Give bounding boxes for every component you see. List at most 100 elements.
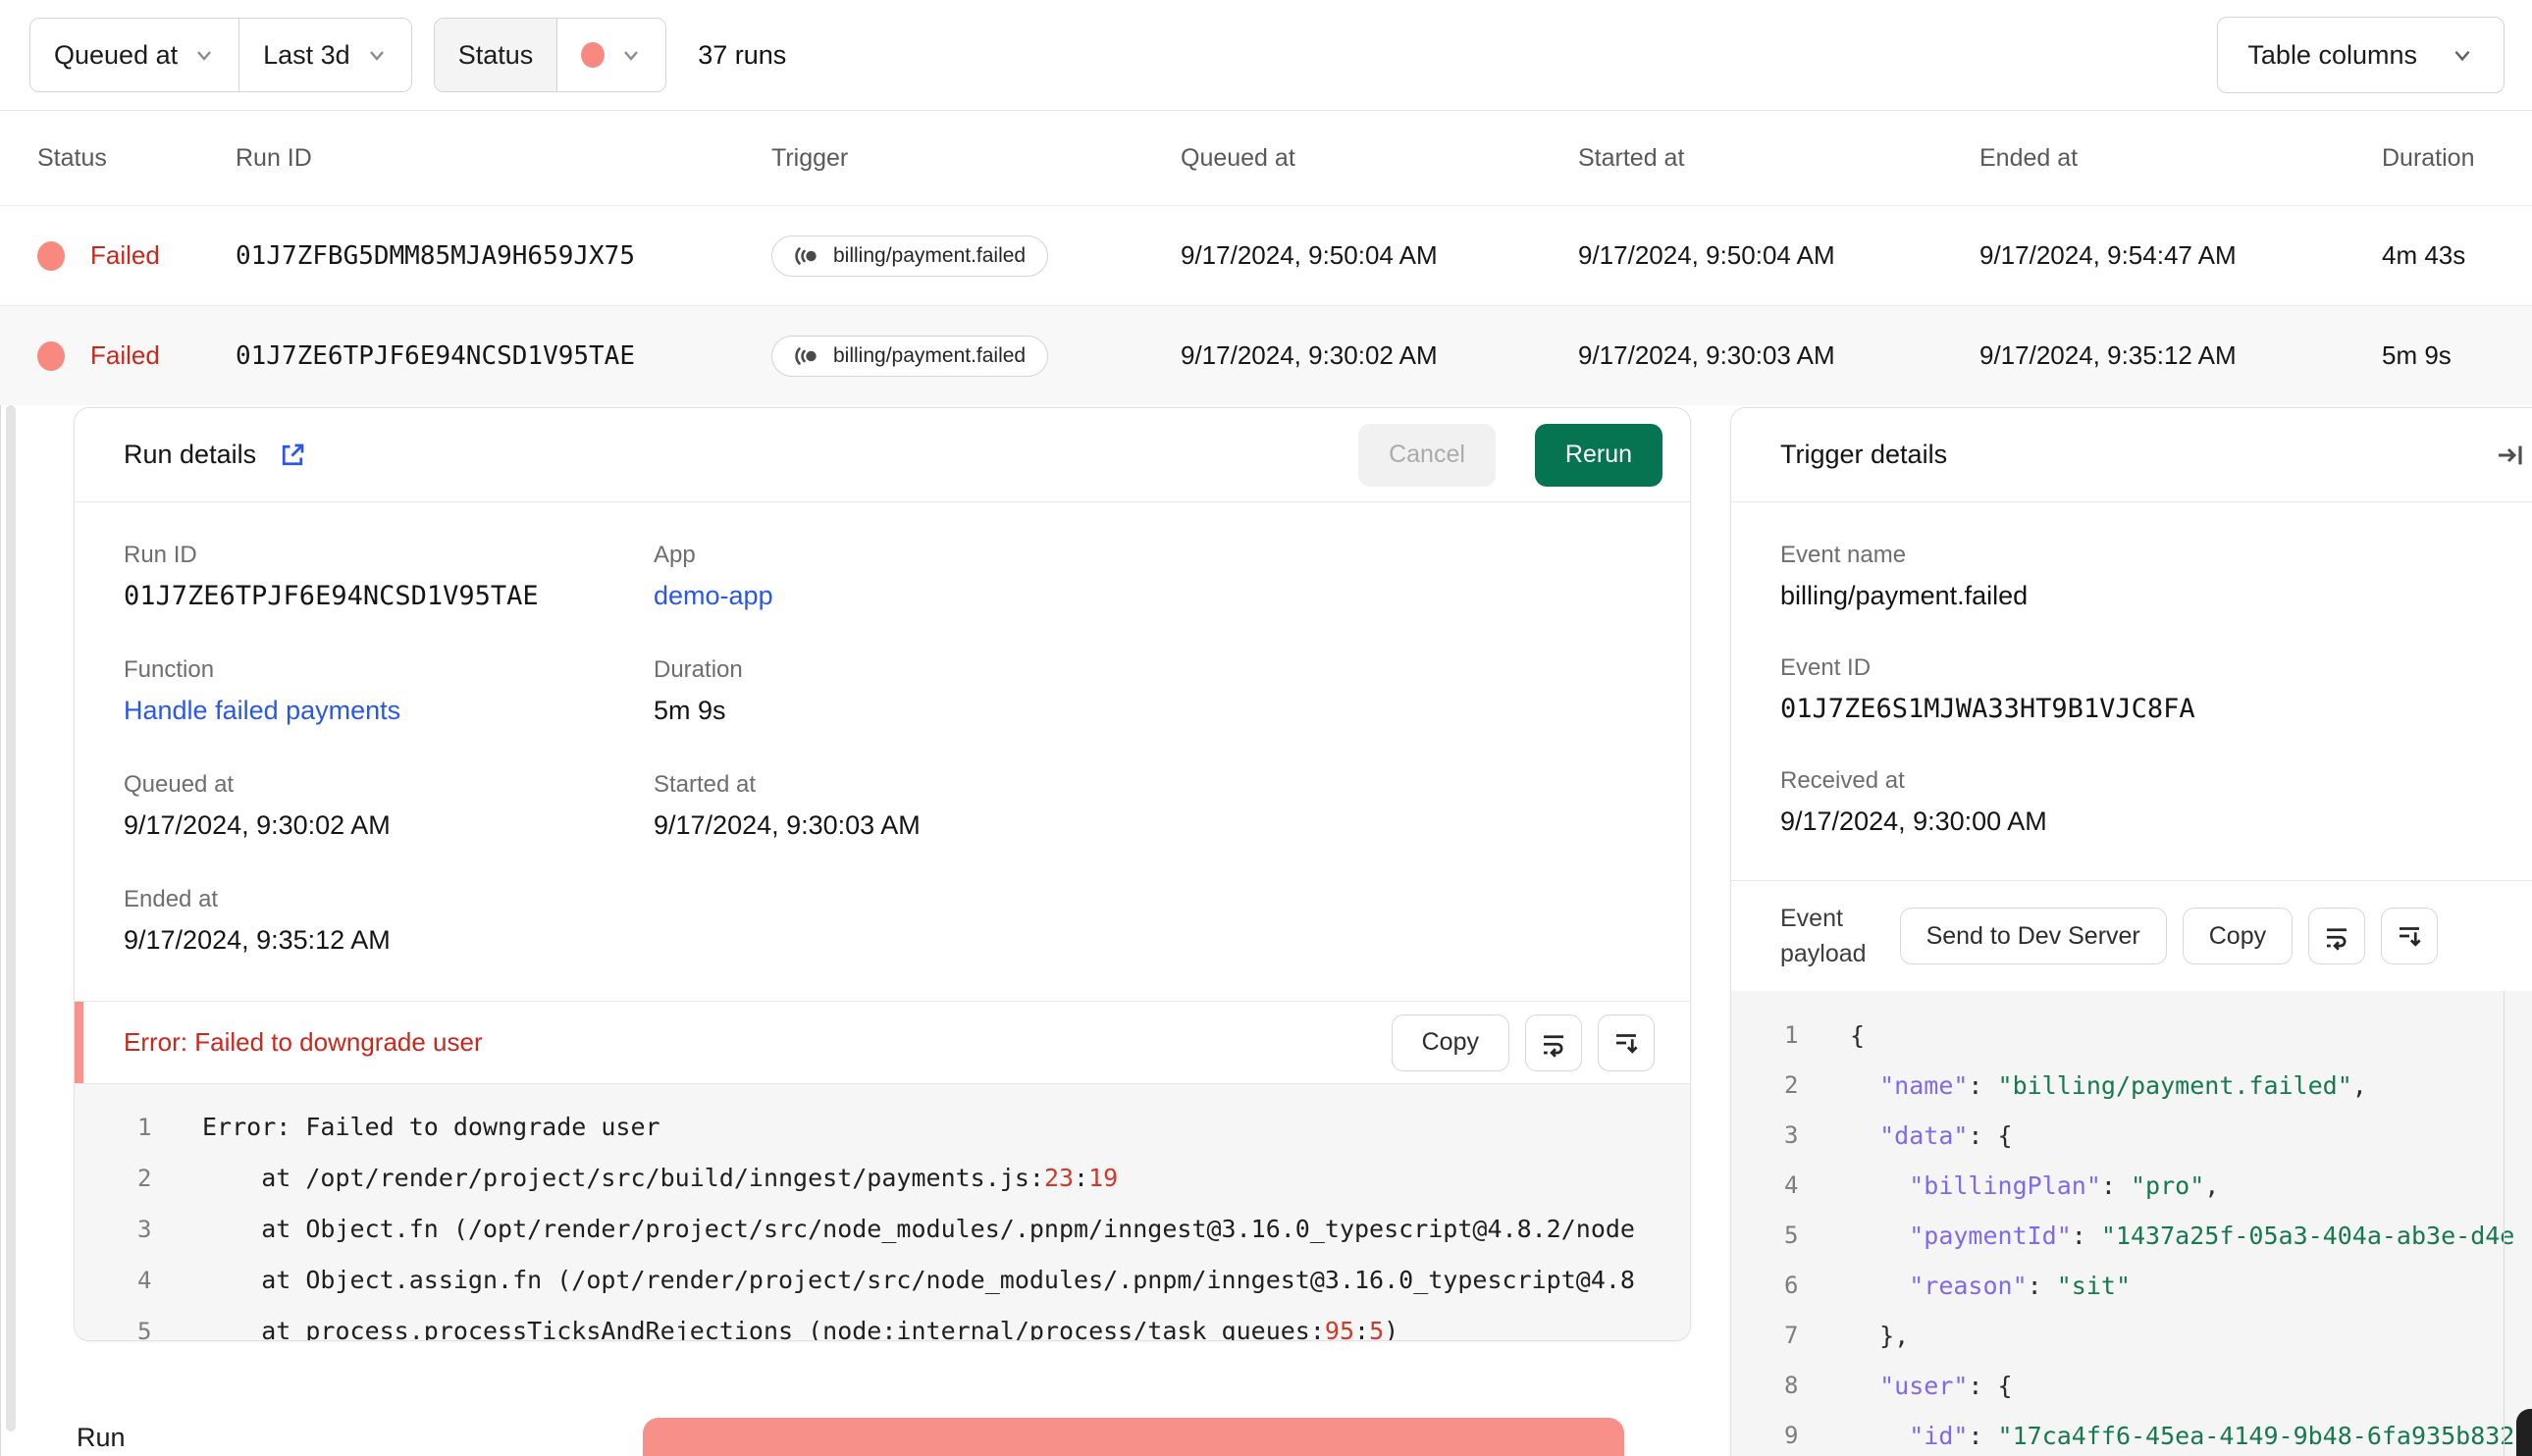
run-id-field: Run ID 01J7ZE6TPJF6E94NCSD1V95TAE [124, 542, 654, 611]
trigger-details-title: Trigger details [1780, 440, 1948, 469]
event-name-field: Event name billing/payment.failed [1780, 542, 2505, 611]
ended-at-label: Ended at [124, 886, 219, 912]
started-at-value: 9/17/2024, 9:30:03 AM [654, 810, 921, 840]
received-at-field: Received at 9/17/2024, 9:30:00 AM [1780, 767, 2505, 837]
col-header-trigger[interactable]: Trigger [771, 144, 1181, 173]
status-cell: Failed [37, 240, 236, 271]
code-line: 5 "paymentId": "1437a25f-05a3-404a-ab3e-… [1784, 1222, 2515, 1250]
scroll-to-bottom-button[interactable] [1598, 1014, 1655, 1071]
chevron-down-icon [620, 44, 642, 66]
failed-status-dot-icon [581, 42, 606, 68]
trigger-event-name: billing/payment.failed [833, 343, 1027, 367]
status-text: Failed [90, 340, 160, 370]
ended-at-value: 9/17/2024, 9:35:12 AM [124, 925, 391, 955]
collapse-panel-icon[interactable] [2495, 440, 2526, 471]
code-line: 1{ [1784, 1021, 1866, 1050]
rerun-button[interactable]: Rerun [1534, 423, 1662, 487]
started-at-label: Started at [654, 771, 757, 798]
time-range-filter[interactable]: Last 3d [238, 19, 411, 91]
event-name-label: Event name [1780, 542, 1907, 568]
trigger-event-name: billing/payment.failed [833, 243, 1027, 267]
col-header-started-at[interactable]: Started at [1578, 144, 1979, 173]
code-scrollbar-track[interactable] [2504, 991, 2505, 1456]
duration-value: 5m 9s [654, 696, 726, 725]
cancel-button[interactable]: Cancel [1358, 423, 1496, 487]
trigger-details-body: Event name billing/payment.failed Event … [1731, 502, 2532, 880]
queued-at-cell: 9/17/2024, 9:50:04 AM [1181, 240, 1438, 270]
external-link-icon[interactable] [278, 441, 307, 470]
error-title: Error: Failed to downgrade user [124, 1027, 483, 1057]
event-id-label: Event ID [1780, 654, 1872, 681]
table-row[interactable]: Failed 01J7ZFBG5DMM85MJA9H659JX75 billin… [0, 206, 2532, 306]
code-line: 7 }, [1784, 1322, 1910, 1350]
failed-status-dot-icon [37, 340, 65, 371]
scroll-to-bottom-button[interactable] [2381, 908, 2439, 964]
queued-at-filter-group: Queued at Last 3d [29, 18, 412, 92]
table-columns-button[interactable]: Table columns [2217, 17, 2505, 93]
chevron-down-icon [366, 44, 388, 66]
status-filter-label-segment: Status [434, 19, 557, 91]
event-payload-code-block[interactable]: 1{ 2 "name": "billing/payment.failed", 3… [1731, 991, 2532, 1456]
duration-cell: 5m 9s [2382, 340, 2452, 370]
run-details-panel: Run details Cancel Rerun Run ID 01J7ZE6T… [74, 407, 1691, 1341]
ended-at-field: Ended at 9/17/2024, 9:35:12 AM [124, 886, 654, 956]
timeline-run-label: Run [77, 1423, 126, 1452]
code-line: 9 "id": "17ca4ff6-45ea-4149-9b48-6fa935b… [1784, 1422, 2515, 1450]
floating-scroll-button[interactable] [2516, 1409, 2532, 1456]
trigger-details-panel: Trigger details Event name billing/payme… [1730, 407, 2532, 1456]
run-id-cell: 01J7ZFBG5DMM85MJA9H659JX75 [236, 240, 635, 271]
ended-at-cell: 9/17/2024, 9:54:47 AM [1979, 240, 2237, 270]
send-to-dev-server-button[interactable]: Send to Dev Server [1899, 908, 2167, 964]
run-id-cell: 01J7ZE6TPJF6E94NCSD1V95TAE [236, 340, 635, 371]
code-line: 6 "reason": "sit" [1784, 1272, 2132, 1300]
duration-label: Duration [654, 656, 743, 683]
run-id-label: Run ID [124, 542, 197, 568]
event-payload-section: Event payload Send to Dev Server Copy 1{ [1731, 880, 2532, 1456]
chevron-down-icon [193, 44, 215, 66]
duration-field: Duration 5m 9s [654, 656, 1641, 726]
queued-at-field: Queued at 9/17/2024, 9:30:02 AM [124, 771, 654, 841]
stack-trace-code-block[interactable]: 1 Error: Failed to downgrade user 2 at /o… [75, 1084, 1690, 1340]
app-link[interactable]: demo-app [654, 581, 1641, 611]
scroll-to-bottom-icon [2400, 927, 2421, 947]
code-line: 1 Error: Failed to downgrade user [137, 1113, 660, 1141]
word-wrap-button[interactable] [2308, 908, 2366, 964]
function-label: Function [124, 656, 215, 683]
status-filter-label: Status [457, 39, 534, 70]
details-drawer: Run details Cancel Rerun Run ID 01J7ZE6T… [0, 405, 2532, 1456]
runs-count: 37 runs [698, 39, 787, 70]
trigger-details-header: Trigger details [1731, 408, 2532, 502]
trigger-cell: billing/payment.failed [771, 335, 1181, 377]
function-link[interactable]: Handle failed payments [124, 696, 654, 726]
vertical-scrollbar[interactable] [6, 405, 16, 1431]
app-window: Queued at Last 3d Status 37 runs Table c… [0, 0, 2532, 1456]
run-details-title: Run details [124, 440, 257, 469]
code-line: 2 at /opt/render/project/src/build/innge… [137, 1164, 1119, 1192]
word-wrap-button[interactable] [1525, 1014, 1582, 1071]
code-line: 2 "name": "billing/payment.failed", [1784, 1071, 2367, 1100]
status-filter-value[interactable] [556, 19, 666, 91]
col-header-run-id[interactable]: Run ID [236, 144, 771, 173]
duration-cell: 4m 43s [2382, 240, 2466, 270]
col-header-status[interactable]: Status [37, 144, 236, 173]
copy-payload-button[interactable]: Copy [2182, 908, 2294, 964]
drawer-edge-line [0, 405, 1, 1456]
chevron-down-icon [2451, 43, 2474, 67]
event-waves-icon [795, 346, 817, 365]
queued-at-value: 9/17/2024, 9:30:02 AM [124, 810, 391, 840]
table-columns-label: Table columns [2247, 39, 2417, 70]
col-header-ended-at[interactable]: Ended at [1979, 144, 2382, 173]
code-line: 8 "user": { [1784, 1372, 2013, 1400]
event-waves-icon [795, 246, 817, 265]
word-wrap-icon [1544, 1034, 1563, 1058]
queued-at-filter[interactable]: Queued at [30, 19, 239, 91]
col-header-queued-at[interactable]: Queued at [1181, 144, 1578, 173]
table-row[interactable]: Failed 01J7ZE6TPJF6E94NCSD1V95TAE billin… [0, 306, 2532, 406]
timeline-run-bar[interactable] [643, 1418, 1624, 1456]
trigger-event-pill[interactable]: billing/payment.failed [771, 335, 1049, 377]
trigger-event-pill[interactable]: billing/payment.failed [771, 234, 1049, 277]
copy-error-button[interactable]: Copy [1391, 1014, 1509, 1071]
col-header-duration[interactable]: Duration [2382, 144, 2532, 173]
queued-at-label: Queued at [124, 771, 235, 798]
event-name-value: billing/payment.failed [1780, 581, 2029, 610]
